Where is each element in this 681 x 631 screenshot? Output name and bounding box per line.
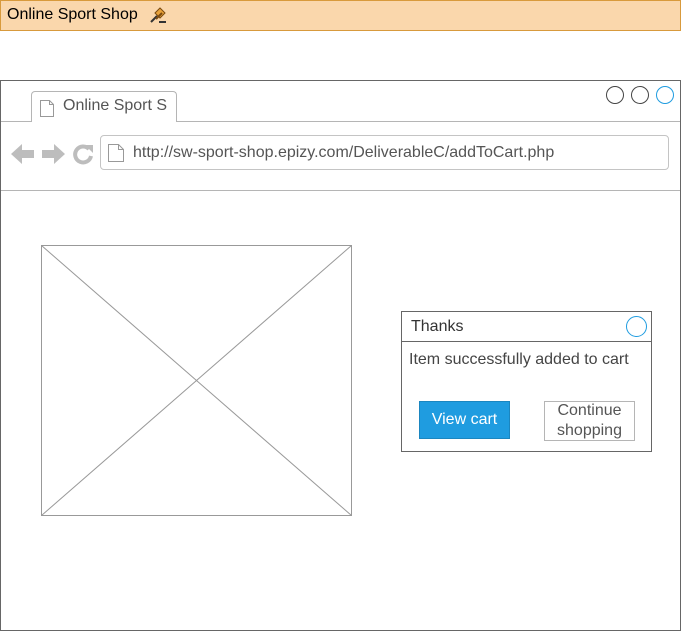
minimize-icon[interactable] [606,86,624,104]
dialog-close-icon[interactable] [626,316,647,337]
document-icon [40,100,54,117]
pushpin-icon[interactable] [147,4,169,26]
url-text: http://sw-sport-shop.epizy.com/Deliverab… [133,144,555,161]
close-icon[interactable] [656,86,674,104]
back-arrow-icon[interactable] [11,143,35,170]
image-placeholder [41,245,352,516]
page-icon [108,144,124,162]
dialog-header: Thanks [402,312,651,342]
dialog-title: Thanks [411,318,464,335]
app-title-bar: Online Sport Shop [0,0,681,31]
thanks-dialog: Thanks Item successfully added to cart V… [401,311,652,452]
app-title: Online Sport Shop [7,6,138,23]
view-cart-button[interactable]: View cart [419,401,510,439]
forward-arrow-icon[interactable] [41,143,65,170]
browser-window: Online Sport S http://sw-sport-shop.epiz… [0,80,681,631]
maximize-icon[interactable] [631,86,649,104]
dialog-message: Item successfully added to cart [409,351,629,368]
tab-title: Online Sport S [63,97,168,114]
browser-tab[interactable]: Online Sport S [31,91,177,122]
address-bar[interactable]: http://sw-sport-shop.epizy.com/Deliverab… [100,135,669,170]
continue-shopping-button[interactable]: Continue shopping [544,401,635,441]
toolbar-divider [1,190,680,191]
reload-icon[interactable] [72,143,94,170]
